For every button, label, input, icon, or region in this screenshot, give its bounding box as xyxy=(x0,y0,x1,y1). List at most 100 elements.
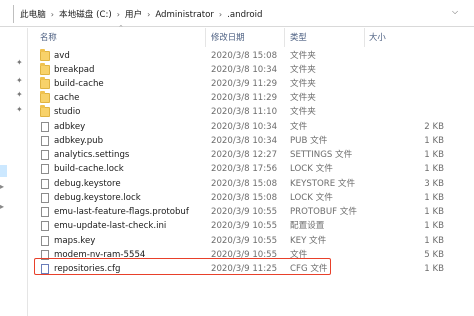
file-date: 2020/3/8 10:34 xyxy=(211,136,278,146)
file-name: debug.keystore.lock xyxy=(54,193,141,203)
file-type: 配置设置 xyxy=(290,221,325,231)
list-item[interactable]: build-cache.lock 2020/3/8 17:56 LOCK 文件 … xyxy=(33,162,474,176)
file-icon xyxy=(41,164,49,174)
nav-selected-item[interactable] xyxy=(0,165,7,177)
list-item[interactable]: build-cache 2020/3/9 11:29 文件夹 xyxy=(33,77,474,91)
file-size: 1 KB xyxy=(424,236,444,246)
sort-indicator-icon: ⌃ xyxy=(118,24,124,32)
file-name: emu-last-feature-flags.protobuf xyxy=(54,207,189,217)
column-header-type[interactable]: 类型 xyxy=(290,28,307,47)
file-type: SETTINGS 文件 xyxy=(290,150,353,160)
column-header-size[interactable]: 大小 xyxy=(369,28,386,47)
file-size: 1 KB xyxy=(424,264,444,274)
file-name: build-cache.lock xyxy=(54,164,124,174)
file-name: studio xyxy=(54,107,81,117)
file-size: 1 KB xyxy=(424,150,444,160)
address-bar[interactable]: 此电脑 › 本地磁盘 (C:) › 用户 › Administrator › .android … xyxy=(0,0,474,27)
file-size: 2 KB xyxy=(424,122,444,132)
file-size: 1 KB xyxy=(424,193,444,203)
list-item[interactable]: breakpad 2020/3/8 10:34 文件夹 xyxy=(33,63,474,77)
breadcrumb-android[interactable]: .android xyxy=(227,10,262,20)
settings-file-icon xyxy=(41,221,49,231)
list-item[interactable]: emu-update-last-check.ini 2020/3/9 10:55… xyxy=(33,219,474,233)
file-name: breakpad xyxy=(54,65,95,75)
navigation-pane: ✦ ✦ ✦ ✦ ▸ ▸ xyxy=(0,28,28,316)
file-date: 2020/3/8 15:08 xyxy=(211,193,278,203)
file-name: debug.keystore xyxy=(54,179,121,189)
file-size: 1 KB xyxy=(424,221,444,231)
file-type: PUB 文件 xyxy=(290,136,328,146)
file-date: 2020/3/8 17:56 xyxy=(211,164,278,174)
file-name: cache xyxy=(54,93,80,103)
list-item[interactable]: debug.keystore 2020/3/8 15:08 KEYSTORE 文… xyxy=(33,177,474,191)
file-size: 3 KB xyxy=(424,179,444,189)
file-icon xyxy=(41,193,49,203)
address-dropdown-icon[interactable]: ⌵ xyxy=(452,7,458,17)
file-icon xyxy=(41,122,49,132)
file-date: 2020/3/8 11:10 xyxy=(211,107,278,117)
file-name: adbkey.pub xyxy=(54,136,104,146)
folder-icon xyxy=(40,63,50,75)
pin-icon[interactable]: ✦ xyxy=(16,90,23,99)
column-divider[interactable] xyxy=(284,28,285,47)
file-size: 5 KB xyxy=(424,250,444,260)
file-icon xyxy=(41,179,49,189)
list-item[interactable]: avd 2020/3/8 15:08 文件夹 xyxy=(33,49,474,63)
breadcrumb-separator[interactable]: › xyxy=(117,10,120,19)
file-icon xyxy=(41,150,49,160)
file-date: 2020/3/8 15:08 xyxy=(211,179,278,189)
pin-icon[interactable]: ✦ xyxy=(16,58,23,67)
file-date: 2020/3/8 10:34 xyxy=(211,65,278,75)
file-size: 1 KB xyxy=(424,136,444,146)
list-item[interactable]: analytics.settings 2020/3/8 12:27 SETTIN… xyxy=(33,148,474,162)
breadcrumb-separator[interactable]: › xyxy=(219,10,222,19)
breadcrumb: 此电脑 › 本地磁盘 (C:) › 用户 › Administrator › .android xyxy=(20,8,262,20)
highlight-box xyxy=(34,258,331,275)
file-date: 2020/3/9 10:55 xyxy=(211,221,278,231)
file-type: 文件夹 xyxy=(290,107,316,117)
list-item[interactable]: cache 2020/3/8 11:29 文件夹 xyxy=(33,91,474,105)
pin-icon[interactable]: ✦ xyxy=(16,76,23,85)
file-date: 2020/3/9 10:55 xyxy=(211,207,278,217)
file-type: 文件 xyxy=(290,122,308,132)
list-item[interactable]: maps.key 2020/3/9 10:55 KEY 文件 1 KB xyxy=(33,234,474,248)
breadcrumb-administrator[interactable]: Administrator xyxy=(155,10,214,20)
list-item[interactable]: adbkey 2020/3/8 10:34 文件 2 KB xyxy=(33,120,474,134)
file-size: 1 KB xyxy=(424,164,444,174)
file-name: avd xyxy=(54,51,70,61)
file-type: LOCK 文件 xyxy=(290,193,333,203)
column-divider[interactable] xyxy=(364,28,365,47)
file-type: KEYSTORE 文件 xyxy=(290,179,356,189)
breadcrumb-local-disk[interactable]: 本地磁盘 (C:) xyxy=(59,8,112,20)
breadcrumb-this-pc[interactable]: 此电脑 xyxy=(20,8,46,20)
nav-item-icon[interactable]: ▸ xyxy=(0,202,4,211)
file-date: 2020/3/9 10:55 xyxy=(211,236,278,246)
file-name: analytics.settings xyxy=(54,150,130,160)
file-name: emu-update-last-check.ini xyxy=(54,221,167,231)
column-divider[interactable] xyxy=(205,28,206,47)
file-date: 2020/3/8 10:34 xyxy=(211,122,278,132)
file-type: 文件夹 xyxy=(290,93,316,103)
address-bar-left-edge xyxy=(0,5,14,23)
file-icon xyxy=(41,136,49,146)
file-date: 2020/3/8 15:08 xyxy=(211,51,278,61)
file-name: maps.key xyxy=(54,236,96,246)
file-type: PROTOBUF 文件 xyxy=(290,207,357,217)
file-type: 文件夹 xyxy=(290,65,316,75)
file-icon xyxy=(41,236,49,246)
file-icon xyxy=(41,207,49,217)
breadcrumb-separator[interactable]: › xyxy=(51,10,54,19)
list-item[interactable]: studio 2020/3/8 11:10 文件夹 xyxy=(33,105,474,119)
nav-item-icon[interactable]: ▸ xyxy=(0,182,4,191)
list-item[interactable]: debug.keystore.lock 2020/3/8 15:08 LOCK … xyxy=(33,191,474,205)
list-item[interactable]: emu-last-feature-flags.protobuf 2020/3/9… xyxy=(33,205,474,219)
breadcrumb-separator[interactable]: › xyxy=(147,10,150,19)
file-name: adbkey xyxy=(54,122,86,132)
column-header-date[interactable]: 修改日期 xyxy=(211,28,245,47)
list-item[interactable]: adbkey.pub 2020/3/8 10:34 PUB 文件 1 KB xyxy=(33,134,474,148)
file-date: 2020/3/8 11:29 xyxy=(211,93,278,103)
breadcrumb-users[interactable]: 用户 xyxy=(125,8,142,20)
column-header-name[interactable]: 名称 xyxy=(40,28,57,47)
file-type: 文件夹 xyxy=(290,79,316,89)
pin-icon[interactable]: ✦ xyxy=(16,105,23,114)
